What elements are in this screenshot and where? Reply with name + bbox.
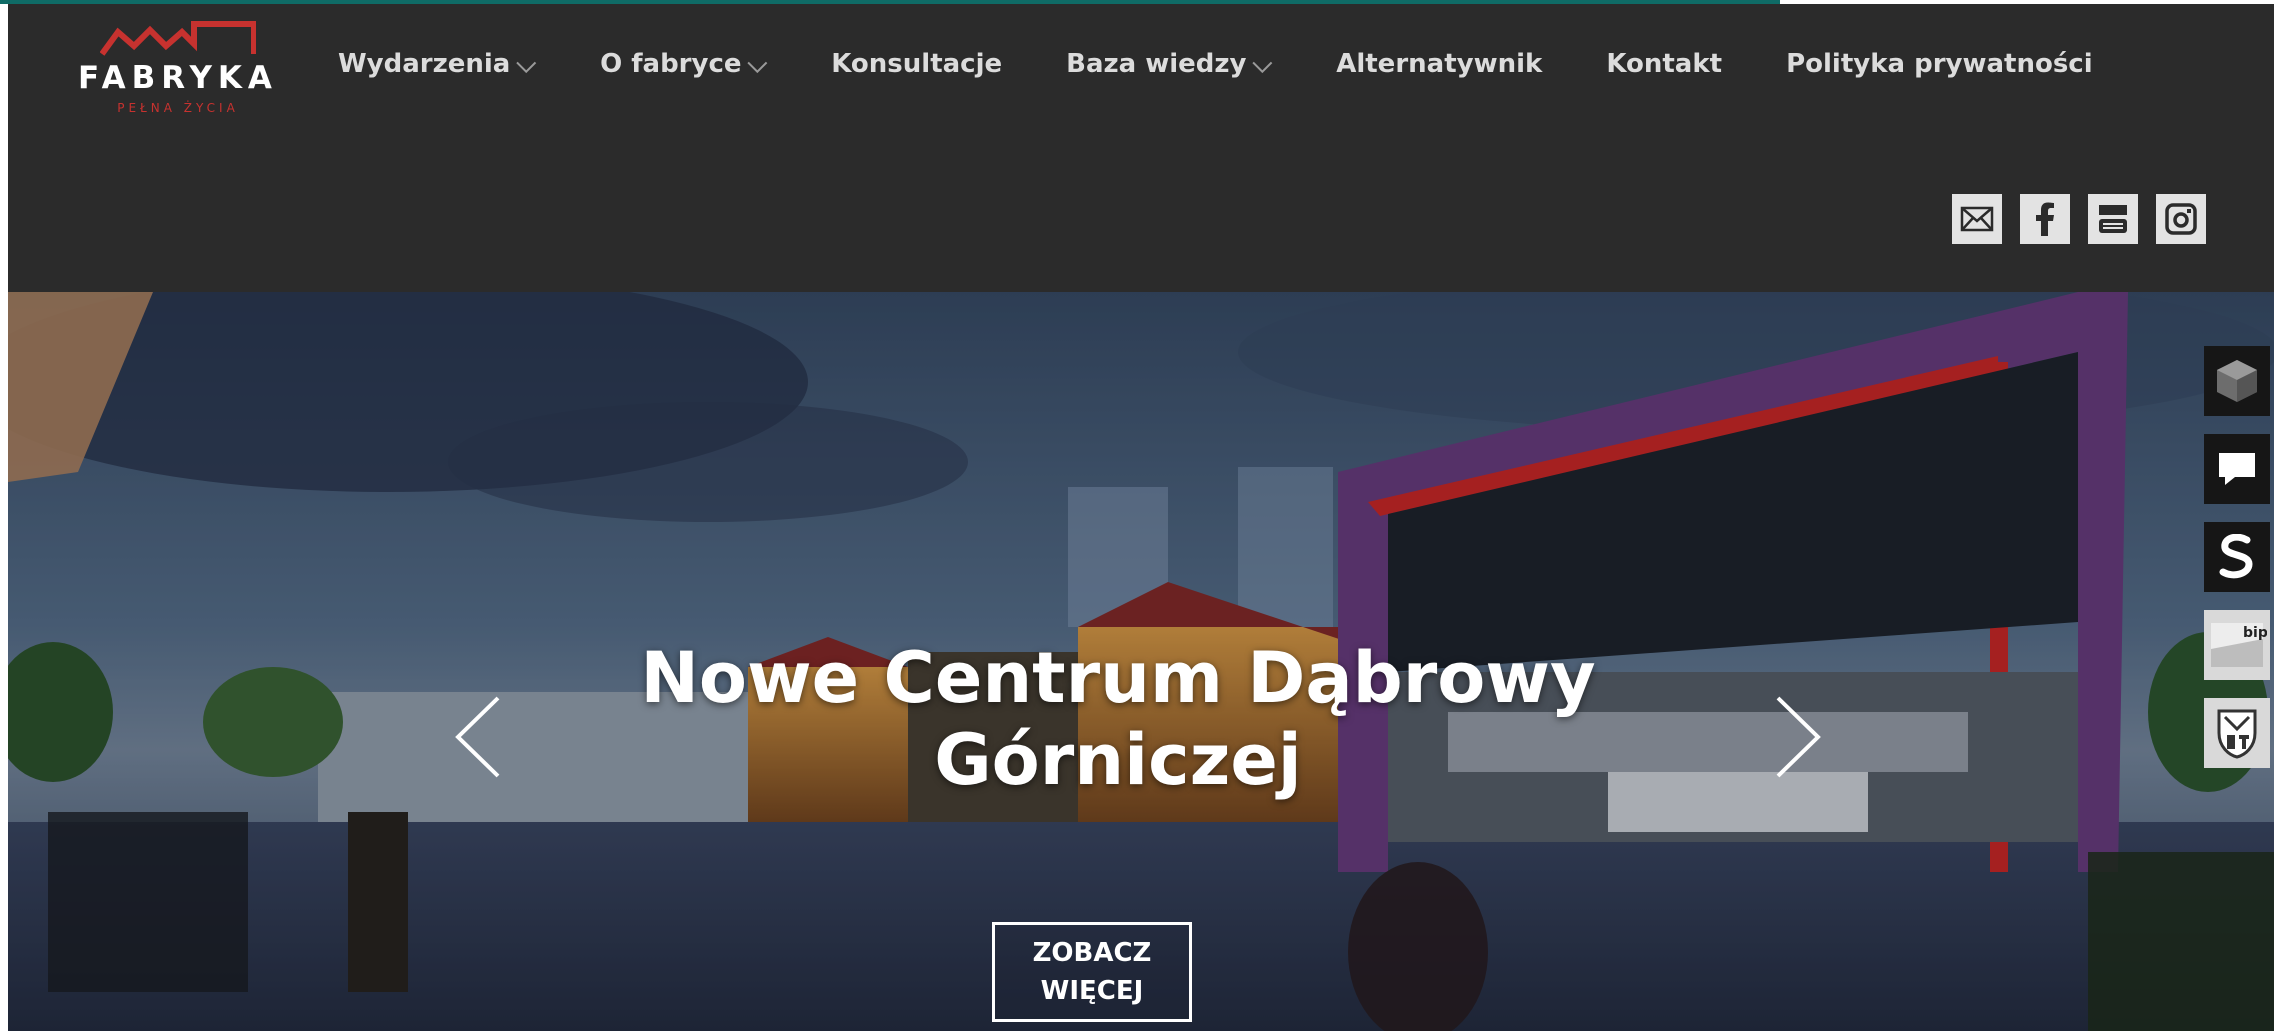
nav-item-label: Wydarzenia — [338, 49, 511, 79]
nav-item-polityka-prywatnosci[interactable]: Polityka prywatności — [1786, 49, 2093, 79]
nav-item-baza-wiedzy[interactable]: Baza wiedzy ⌵ — [1066, 49, 1272, 80]
chat-icon — [2219, 453, 2255, 485]
chevron-left-icon — [455, 696, 500, 778]
site-logo[interactable]: FABRYKA PEŁNA ŻYCIA — [58, 20, 298, 120]
nav-item-konsultacje[interactable]: Konsultacje — [831, 49, 1002, 79]
see-more-line-2: WIĘCEJ — [1040, 976, 1144, 1006]
mail-button[interactable] — [1952, 194, 2002, 244]
youtube-icon — [2099, 205, 2127, 233]
facebook-button[interactable] — [2020, 194, 2070, 244]
bip-label: bip — [2243, 625, 2267, 641]
side-link-chat[interactable] — [2204, 434, 2270, 504]
nav-item-label: Konsultacje — [831, 49, 1003, 79]
youtube-button[interactable] — [2088, 194, 2138, 244]
nav-item-label: Polityka prywatności — [1786, 49, 2093, 79]
chevron-down-icon: ⌵ — [516, 48, 537, 79]
see-more-line-1: ZOBACZ — [1032, 938, 1152, 968]
nav-item-label: O fabryce — [600, 49, 742, 79]
page: FABRYKA PEŁNA ŻYCIA Wydarzenia ⌵ O fabry… — [8, 4, 2274, 1031]
bip-icon: bip — [2211, 623, 2267, 667]
slider-prev-button[interactable] — [448, 692, 508, 782]
hero-title-line-2: Górniczej — [934, 719, 1302, 801]
see-more-button[interactable]: ZOBACZ WIĘCEJ — [992, 922, 1192, 1022]
social-links — [1952, 194, 2206, 244]
side-link-coat-of-arms[interactable] — [2204, 698, 2270, 768]
logo-wordmark: FABRYKA — [78, 60, 278, 96]
side-link-fabryka[interactable] — [2204, 522, 2270, 592]
mail-icon — [1960, 206, 1994, 232]
nav-item-kontakt[interactable]: Kontakt — [1606, 49, 1722, 79]
instagram-button[interactable] — [2156, 194, 2206, 244]
side-link-bip[interactable]: bip — [2204, 610, 2270, 680]
nav-item-label: Alternatywnik — [1336, 49, 1543, 79]
main-nav: Wydarzenia ⌵ O fabryce ⌵ Konsultacje Baz… — [338, 44, 2093, 84]
logo-roofs-icon — [100, 21, 256, 56]
cube-icon — [2217, 360, 2257, 402]
chevron-right-icon — [1776, 696, 1821, 778]
side-link-cube[interactable] — [2204, 346, 2270, 416]
facebook-icon — [2036, 202, 2054, 236]
chevron-down-icon: ⌵ — [747, 48, 768, 79]
logo-tagline: PEŁNA ŻYCIA — [117, 101, 239, 115]
nav-item-label: Baza wiedzy — [1066, 49, 1247, 79]
hero-title-line-1: Nowe Centrum Dąbrowy — [640, 637, 1596, 719]
instagram-icon — [2165, 203, 2197, 235]
nav-item-wydarzenia[interactable]: Wydarzenia ⌵ — [338, 49, 536, 80]
nav-item-o-fabryce[interactable]: O fabryce ⌵ — [600, 49, 767, 80]
site-header: FABRYKA PEŁNA ŻYCIA Wydarzenia ⌵ O fabry… — [8, 4, 2274, 292]
nav-item-alternatywnik[interactable]: Alternatywnik — [1336, 49, 1542, 79]
hero-slider: Nowe Centrum Dąbrowy Górniczej ZOBACZ WI… — [8, 292, 2274, 1031]
coat-of-arms-icon — [2217, 709, 2257, 759]
chevron-down-icon: ⌵ — [1252, 48, 1273, 79]
side-quick-links: bip — [2204, 346, 2274, 786]
nav-item-label: Kontakt — [1606, 49, 1723, 79]
hero-title: Nowe Centrum Dąbrowy Górniczej — [568, 637, 1668, 801]
slider-next-button[interactable] — [1768, 692, 1828, 782]
fabryka-s-icon — [2219, 534, 2253, 579]
